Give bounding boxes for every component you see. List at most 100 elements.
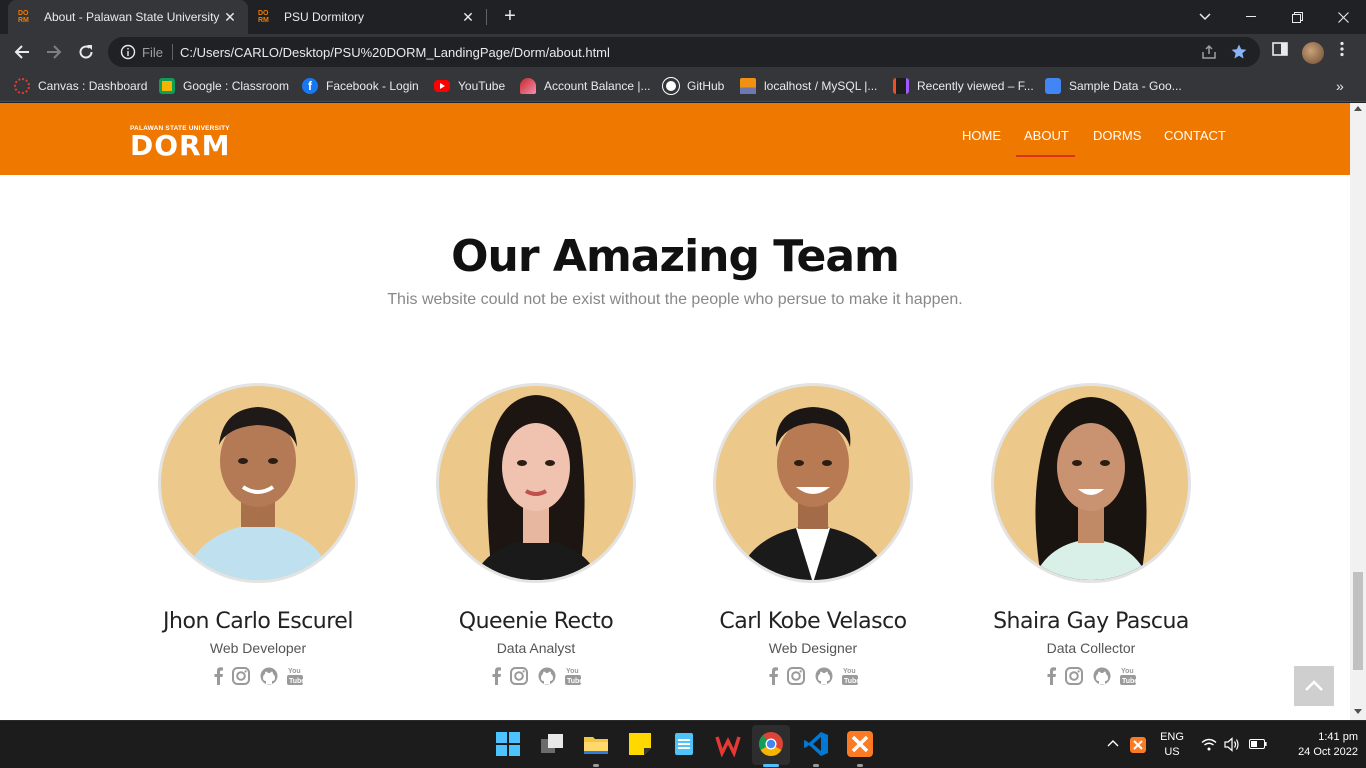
bookmark-classroom[interactable]: Google : Classroom xyxy=(159,76,289,96)
tab-about[interactable]: DO RM About - Palawan State University ✕ xyxy=(8,0,248,34)
xampp-icon[interactable] xyxy=(847,731,873,757)
language-indicator[interactable]: ENG US xyxy=(1152,730,1192,760)
url-text[interactable]: C:/Users/CARLO/Desktop/PSU%20DORM_Landin… xyxy=(180,45,610,60)
arrow-left-icon xyxy=(14,45,29,59)
github-icon[interactable] xyxy=(1093,667,1111,685)
social-links: You Tube xyxy=(768,665,858,687)
clock[interactable]: 1:41 pm 24 Oct 2022 xyxy=(1276,730,1358,760)
notepad-icon[interactable] xyxy=(671,731,697,757)
facebook-icon[interactable] xyxy=(491,667,501,685)
youtube-icon[interactable]: You Tube xyxy=(841,666,858,686)
reload-button[interactable] xyxy=(72,38,100,66)
team-card: Carl Kobe Velasco Web Designer You Tube xyxy=(708,383,918,703)
team-card: Jhon Carlo Escurel Web Developer You Tube xyxy=(153,383,363,703)
bookmark-youtube[interactable]: YouTube xyxy=(434,76,505,96)
task-view-icon[interactable] xyxy=(539,731,565,757)
running-indicator xyxy=(593,764,599,767)
bookmark-label: Account Balance |... xyxy=(544,79,651,93)
xampp-tray-icon[interactable] xyxy=(1130,737,1146,753)
scroll-up-icon[interactable] xyxy=(1354,106,1362,111)
battery-icon[interactable] xyxy=(1249,739,1267,749)
forward-button[interactable] xyxy=(40,38,68,66)
tab-search-button[interactable] xyxy=(1182,0,1228,34)
site-navbar: PALAWAN STATE UNIVERSITY DORM HOME ABOUT… xyxy=(0,103,1350,175)
file-explorer-icon[interactable] xyxy=(583,731,609,757)
bookmark-canvas[interactable]: Canvas : Dashboard xyxy=(14,76,147,96)
scheme-label: File xyxy=(142,45,163,60)
tab-close-icon[interactable]: ✕ xyxy=(460,9,476,26)
facebook-icon[interactable] xyxy=(213,667,223,685)
wifi-icon[interactable] xyxy=(1201,738,1217,751)
chrome-icon[interactable] xyxy=(758,731,784,757)
instagram-icon[interactable] xyxy=(232,667,251,685)
nav-contact[interactable]: CONTACT xyxy=(1164,128,1226,143)
chevron-up-icon xyxy=(1305,680,1323,691)
tab-divider xyxy=(486,9,487,25)
share-icon[interactable] xyxy=(1200,43,1218,66)
bookmark-figma[interactable]: Recently viewed – F... xyxy=(893,76,1034,96)
bookmark-github[interactable]: GitHub xyxy=(663,76,724,96)
github-icon[interactable] xyxy=(538,667,556,685)
member-role: Web Designer xyxy=(768,640,858,656)
sticky-notes-icon[interactable] xyxy=(627,731,653,757)
chevron-up-icon[interactable] xyxy=(1107,739,1119,747)
team-card: Queenie Recto Data Analyst You Tube xyxy=(431,383,641,703)
tab-title: PSU Dormitory xyxy=(284,10,365,24)
nav-dorms[interactable]: DORMS xyxy=(1093,128,1141,143)
restore-button[interactable] xyxy=(1274,0,1320,34)
github-icon[interactable] xyxy=(260,667,278,685)
facebook-icon[interactable] xyxy=(768,667,778,685)
scroll-down-icon[interactable] xyxy=(1354,709,1362,714)
facebook-icon: f xyxy=(302,78,318,94)
back-button[interactable] xyxy=(8,38,36,66)
bookmarks-overflow-button[interactable]: » xyxy=(1336,78,1344,94)
site-info-icon[interactable] xyxy=(120,44,136,65)
section-title: Our Amazing Team xyxy=(451,231,900,282)
github-icon[interactable] xyxy=(815,667,833,685)
svg-text:Tube: Tube xyxy=(567,678,581,685)
address-bar[interactable]: File C:/Users/CARLO/Desktop/PSU%20DORM_L… xyxy=(108,37,1260,67)
instagram-icon[interactable] xyxy=(510,667,529,685)
minimize-icon xyxy=(1246,16,1256,17)
start-icon[interactable] xyxy=(495,731,521,757)
member-name: Carl Kobe Velasco xyxy=(719,609,907,634)
facebook-icon[interactable] xyxy=(1046,667,1056,685)
tab-title: About - Palawan State University xyxy=(44,10,220,24)
wps-office-icon[interactable] xyxy=(715,731,741,757)
nav-about[interactable]: ABOUT xyxy=(1024,128,1069,143)
bookmark-sample-data[interactable]: Sample Data - Goo... xyxy=(1045,76,1182,96)
instagram-icon[interactable] xyxy=(787,667,806,685)
tab-psu-dormitory[interactable]: DO RM PSU Dormitory ✕ xyxy=(248,0,486,34)
close-icon xyxy=(1337,11,1349,23)
close-window-button[interactable] xyxy=(1320,0,1366,34)
new-tab-button[interactable]: + xyxy=(499,5,521,27)
phpmyadmin-icon xyxy=(740,78,756,94)
tab-close-icon[interactable]: ✕ xyxy=(222,9,238,26)
bookmark-label: Recently viewed – F... xyxy=(917,79,1034,93)
bookmark-star-icon[interactable] xyxy=(1230,43,1248,66)
youtube-icon[interactable]: You Tube xyxy=(564,666,581,686)
back-to-top-button[interactable] xyxy=(1294,666,1334,706)
minimize-button[interactable] xyxy=(1228,0,1274,34)
kebab-menu-icon[interactable] xyxy=(1340,41,1344,62)
side-panel-icon[interactable] xyxy=(1272,41,1288,62)
restore-icon xyxy=(1291,11,1303,23)
youtube-icon[interactable]: You Tube xyxy=(286,666,303,686)
youtube-icon xyxy=(434,80,450,92)
bookmark-phpmyadmin[interactable]: localhost / MySQL |... xyxy=(740,76,877,96)
volume-icon[interactable] xyxy=(1224,737,1240,752)
language-code: ENG xyxy=(1160,731,1184,743)
active-indicator xyxy=(763,764,779,767)
site-logo[interactable]: PALAWAN STATE UNIVERSITY DORM xyxy=(130,125,240,160)
nav-home[interactable]: HOME xyxy=(962,128,1001,143)
instagram-icon[interactable] xyxy=(1065,667,1084,685)
vscode-icon[interactable] xyxy=(803,731,829,757)
scrollbar-thumb[interactable] xyxy=(1353,572,1363,670)
youtube-icon[interactable]: You Tube xyxy=(1119,666,1136,686)
profile-avatar[interactable] xyxy=(1302,42,1324,64)
bookmark-label: Canvas : Dashboard xyxy=(38,79,148,93)
chevron-down-icon xyxy=(1199,13,1211,21)
bookmark-facebook[interactable]: f Facebook - Login xyxy=(302,76,419,96)
keyboard-region: US xyxy=(1164,746,1180,758)
bookmark-account-balance[interactable]: Account Balance |... xyxy=(520,76,651,96)
